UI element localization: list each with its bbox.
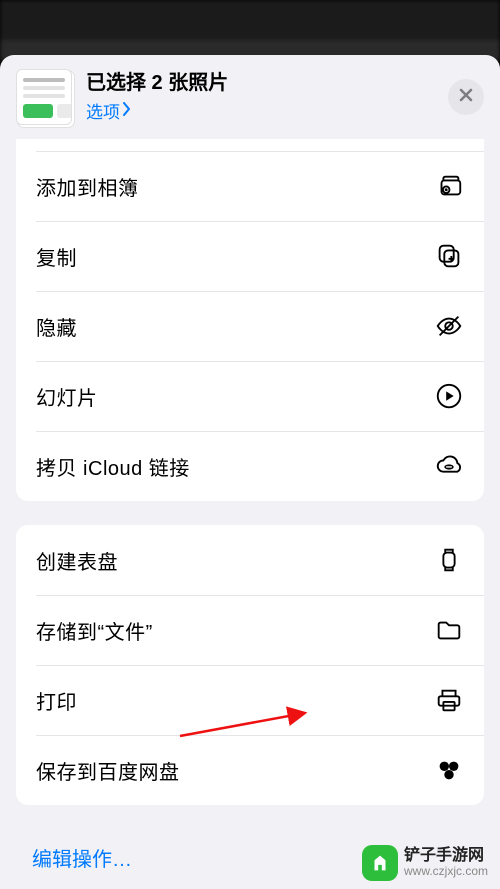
action-label: 保存到百度网盘 [36, 756, 180, 785]
watermark-name: 铲子手游网 [404, 847, 488, 865]
action-label: 隐藏 [36, 312, 77, 341]
print-icon [434, 685, 464, 715]
sheet-title: 已选择 2 张照片 [86, 71, 434, 96]
baidu-pan-icon [434, 755, 464, 785]
action-hide[interactable]: 隐藏 [16, 291, 484, 361]
hide-icon [434, 311, 464, 341]
close-icon [458, 87, 474, 108]
watermark-url: www.czjxjc.com [404, 865, 488, 879]
watermark: 铲子手游网 www.czjxjc.com [354, 841, 496, 885]
album-icon [434, 171, 464, 201]
selection-thumbnail [16, 69, 72, 125]
action-group: 创建表盘 存储到“文件” 打印 [16, 525, 484, 805]
action-label: 打印 [36, 686, 77, 715]
action-save-to-files[interactable]: 存储到“文件” [16, 595, 484, 665]
watermark-logo-icon [362, 845, 398, 881]
action-add-album[interactable]: 添加到相簿 [16, 151, 484, 221]
watch-icon [434, 545, 464, 575]
edit-actions-label: 编辑操作… [32, 849, 132, 871]
play-icon [434, 381, 464, 411]
sheet-header: 已选择 2 张照片 选项 [0, 55, 500, 139]
copy-icon [434, 241, 464, 271]
close-button[interactable] [448, 79, 484, 115]
action-label: 添加到相簿 [36, 172, 139, 201]
chevron-right-icon [122, 101, 132, 121]
cloud-link-icon [434, 451, 464, 481]
action-label: 幻灯片 [36, 382, 98, 411]
action-group: 添加到共享相簿 添加到相簿 复制 [16, 139, 484, 501]
action-icloud-link[interactable]: 拷贝 iCloud 链接 [16, 431, 484, 501]
folder-icon [434, 615, 464, 645]
action-save-baidu[interactable]: 保存到百度网盘 [16, 735, 484, 805]
options-label: 选项 [86, 98, 120, 123]
action-label: 拷贝 iCloud 链接 [36, 452, 190, 481]
options-link[interactable]: 选项 [86, 98, 434, 123]
action-copy[interactable]: 复制 [16, 221, 484, 291]
header-text: 已选择 2 张照片 选项 [86, 71, 434, 123]
action-create-watchface[interactable]: 创建表盘 [16, 525, 484, 595]
share-sheet: 已选择 2 张照片 选项 添加到共享相簿 [0, 55, 500, 889]
actions-scroll[interactable]: 添加到共享相簿 添加到相簿 复制 [0, 139, 500, 889]
action-label: 复制 [36, 242, 77, 271]
action-add-shared-album[interactable]: 添加到共享相簿 [16, 139, 484, 151]
action-label: 存储到“文件” [36, 616, 153, 645]
action-print[interactable]: 打印 [16, 665, 484, 735]
action-label: 创建表盘 [36, 546, 118, 575]
action-slideshow[interactable]: 幻灯片 [16, 361, 484, 431]
sheet-body: 添加到共享相簿 添加到相簿 复制 [0, 139, 500, 889]
